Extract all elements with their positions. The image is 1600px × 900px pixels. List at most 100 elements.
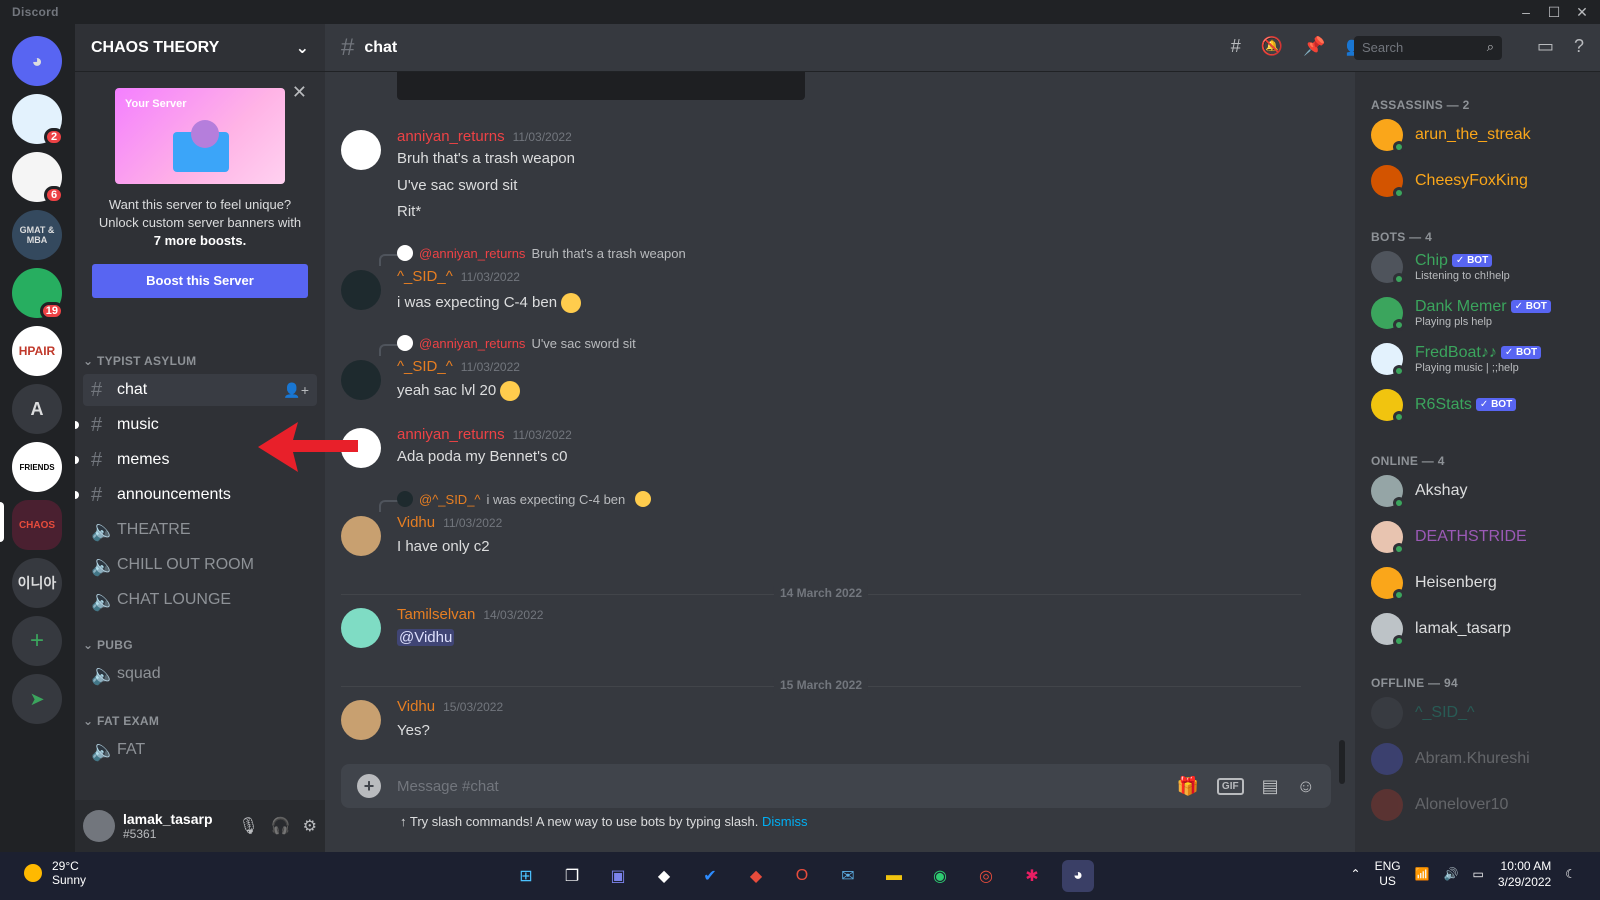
wifi-icon[interactable]: 📶 — [1415, 867, 1430, 881]
member-item[interactable]: Akshay — [1363, 470, 1593, 512]
member-item[interactable]: R6Stats ✓ BOT — [1363, 384, 1593, 426]
mail-icon[interactable]: ✉ — [832, 860, 864, 892]
author-name[interactable]: ^_SID_^ — [397, 268, 453, 285]
server-icon-4[interactable]: 19 — [12, 268, 64, 320]
server-icon-hpair[interactable]: HPAIR — [12, 326, 62, 376]
windows-start-icon[interactable]: ⊞ — [510, 860, 542, 892]
volume-icon[interactable]: 🔊 — [1444, 867, 1459, 881]
voice-channel-theatre[interactable]: 🔈 THEATRE — [83, 514, 317, 546]
avatar[interactable] — [341, 700, 381, 740]
server-icon-2[interactable]: 6 — [12, 152, 64, 204]
weather-widget[interactable]: 29°C Sunny — [24, 859, 86, 887]
language-indicator[interactable]: ENG US — [1375, 859, 1401, 889]
sticker-icon[interactable]: ▤ — [1262, 776, 1279, 797]
add-server-icon[interactable]: + — [12, 616, 62, 666]
headphones-icon[interactable]: 🎧 — [271, 816, 291, 836]
opera-icon[interactable]: O — [786, 860, 818, 892]
voice-channel-fat[interactable]: 🔈 FAT — [83, 734, 317, 766]
author-name[interactable]: anniyan_returns — [397, 426, 505, 443]
boost-server-button[interactable]: Boost this Server — [92, 264, 308, 298]
user-mention[interactable]: @Vidhu — [397, 629, 455, 646]
minimize-icon[interactable]: – — [1512, 2, 1540, 22]
battery-icon[interactable]: ▭ — [1473, 867, 1484, 881]
avatar[interactable] — [83, 810, 115, 842]
member-item[interactable]: Heisenberg — [1363, 562, 1593, 604]
author-name[interactable]: ^_SID_^ — [397, 358, 453, 375]
file-explorer-icon[interactable]: ▬ — [878, 860, 910, 892]
server-icon-friends[interactable]: FRIENDS — [12, 442, 62, 492]
member-item[interactable]: CheesyFoxKing — [1363, 160, 1593, 202]
member-item[interactable]: Chip ✓ BOT Listening to ch!help — [1363, 246, 1593, 288]
channel-chat[interactable]: # chat 👤+ — [83, 374, 317, 406]
category-pubg[interactable]: ⌄ PUBG — [83, 638, 133, 652]
member-name: Abram.Khureshi — [1415, 750, 1530, 767]
avatar[interactable] — [341, 270, 381, 310]
voice-channel-lounge[interactable]: 🔈 CHAT LOUNGE — [83, 584, 317, 616]
voice-channel-squad[interactable]: 🔈 squad — [83, 658, 317, 690]
member-item[interactable]: FredBoat♪♪ ✓ BOT Playing music | ;;help — [1363, 338, 1593, 380]
gift-icon[interactable]: 🎁 — [1177, 776, 1199, 797]
discord-taskbar-icon[interactable]: ◕ — [1062, 860, 1094, 892]
server-icon-chaos[interactable]: CHAOS — [12, 500, 62, 550]
chrome-icon[interactable]: ◎ — [970, 860, 1002, 892]
pin-icon[interactable]: 📌 — [1303, 36, 1325, 57]
explore-compass-icon[interactable]: ➤ — [12, 674, 62, 724]
voice-channel-chill[interactable]: 🔈 CHILL OUT ROOM — [83, 549, 317, 581]
maximize-icon[interactable]: ☐ — [1540, 2, 1568, 22]
help-icon[interactable]: ? — [1574, 36, 1584, 57]
threads-icon[interactable]: # — [1231, 36, 1241, 57]
notification-moon-icon[interactable]: ☾ — [1565, 867, 1576, 881]
author-name[interactable]: Vidhu — [397, 514, 435, 531]
reply-preview[interactable]: @anniyan_returns U've sac sword sit — [397, 335, 636, 351]
add-member-icon[interactable]: 👤+ — [283, 382, 309, 399]
emoji-picker-icon[interactable]: ☺ — [1297, 776, 1315, 797]
vscode-icon[interactable]: ✔ — [694, 860, 726, 892]
close-icon[interactable]: ✕ — [292, 82, 307, 103]
home-discord-icon[interactable]: ◕ — [12, 36, 62, 86]
teams-chat-icon[interactable]: ▣ — [602, 860, 634, 892]
avatar[interactable] — [341, 608, 381, 648]
member-item[interactable]: ^_SID_^ — [1363, 692, 1593, 734]
gif-button[interactable]: GIF — [1216, 777, 1244, 795]
server-icon-korean[interactable]: 이니아 — [12, 558, 62, 608]
edge-icon[interactable]: ◉ — [924, 860, 956, 892]
inbox-icon[interactable]: ▭ — [1537, 36, 1554, 57]
image-attachment[interactable] — [397, 72, 805, 100]
server-icon-gmat[interactable]: GMAT & MBA — [12, 210, 62, 260]
close-icon[interactable]: ✕ — [1568, 2, 1596, 22]
member-item[interactable]: arun_the_streak — [1363, 114, 1593, 156]
category-typist-asylum[interactable]: ⌄ TYPIST ASYLUM — [83, 354, 196, 368]
dismiss-link[interactable]: Dismiss — [762, 814, 808, 829]
author-name[interactable]: Vidhu — [397, 698, 435, 715]
gear-icon[interactable]: ⚙ — [303, 816, 317, 836]
mute-mic-icon[interactable]: 🎙 — [238, 816, 258, 836]
member-item[interactable]: Dank Memer ✓ BOT Playing pls help — [1363, 292, 1593, 334]
avatar[interactable] — [341, 360, 381, 400]
author-name[interactable]: Tamilselvan — [397, 606, 475, 623]
chevron-up-icon[interactable]: ⌃ — [1351, 867, 1361, 881]
anydesk-icon[interactable]: ◆ — [740, 860, 772, 892]
message-input[interactable]: Message #chat — [397, 778, 499, 795]
member-item[interactable]: Abram.Khureshi — [1363, 738, 1593, 780]
slack-icon[interactable]: ✱ — [1016, 860, 1048, 892]
member-item[interactable]: lamak_tasarp — [1363, 608, 1593, 650]
search-input[interactable]: Search ⌕ — [1354, 36, 1502, 60]
member-item[interactable]: Alonelover10 — [1363, 784, 1593, 826]
task-view-icon[interactable]: ❐ — [556, 860, 588, 892]
server-icon-1[interactable]: 2 — [12, 94, 64, 146]
channel-announcements[interactable]: # announcements — [75, 479, 317, 511]
avatar[interactable] — [341, 130, 381, 170]
system-clock[interactable]: 10:00 AM 3/29/2022 — [1498, 858, 1551, 890]
author-name[interactable]: anniyan_returns — [397, 128, 505, 145]
avatar[interactable] — [341, 516, 381, 556]
member-item[interactable]: DEATHSTRIDE — [1363, 516, 1593, 558]
scrollbar[interactable] — [1339, 740, 1345, 784]
server-header[interactable]: CHAOS THEORY ⌄ — [75, 24, 325, 72]
server-icon-a[interactable]: A — [12, 384, 62, 434]
dropbox-icon[interactable]: ◆ — [648, 860, 680, 892]
reply-preview[interactable]: @^_SID_^ i was expecting C-4 ben — [397, 491, 652, 507]
category-fat-exam[interactable]: ⌄ FAT EXAM — [83, 714, 159, 728]
reply-preview[interactable]: @anniyan_returns Bruh that's a trash weap… — [397, 245, 686, 261]
attach-plus-icon[interactable]: + — [357, 774, 381, 798]
notification-bell-icon[interactable]: 🔕 — [1261, 36, 1283, 57]
